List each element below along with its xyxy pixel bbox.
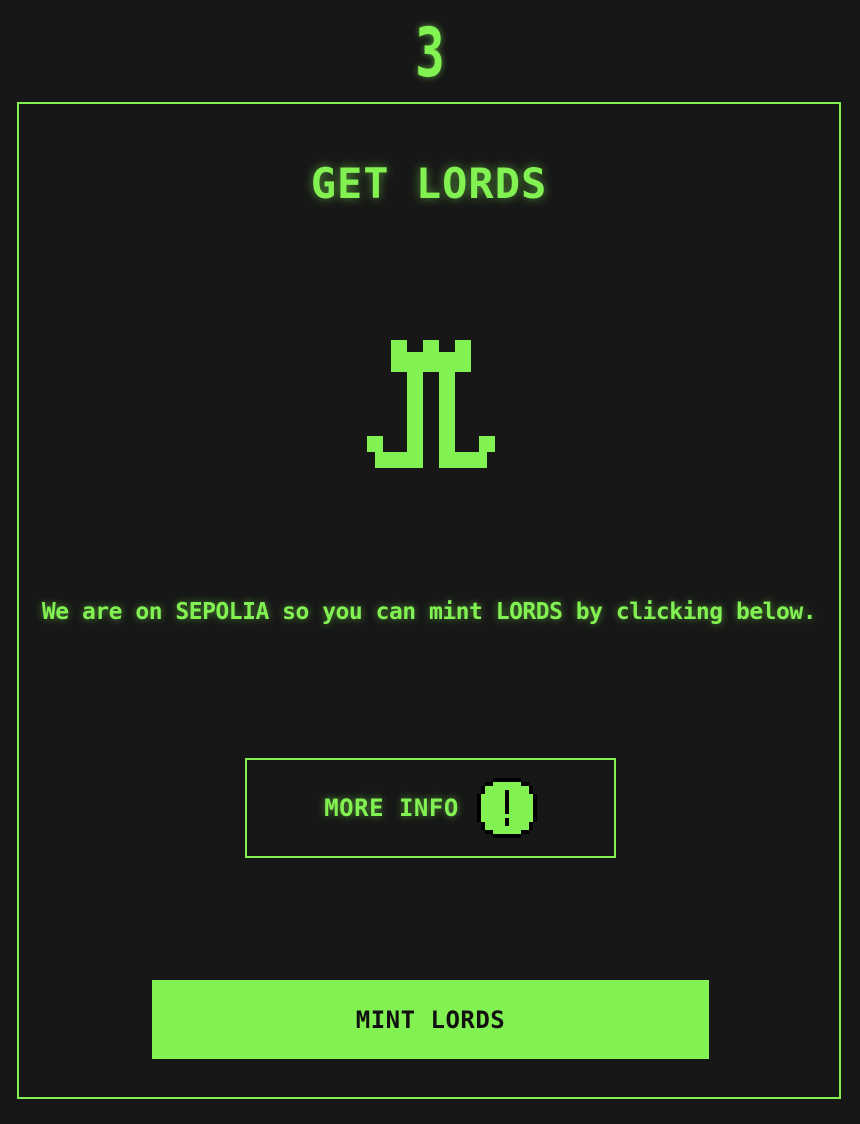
more-info-button[interactable]: MORE INFO bbox=[245, 758, 616, 858]
more-info-label: MORE INFO bbox=[324, 794, 459, 822]
step-number: 3 bbox=[415, 14, 445, 93]
panel-title: GET LORDS bbox=[310, 159, 548, 208]
mint-lords-button[interactable]: MINT LORDS bbox=[152, 980, 709, 1059]
mint-lords-label: MINT LORDS bbox=[355, 1005, 506, 1034]
mint-info-message: We are on SEPOLIA so you can mint LORDS … bbox=[41, 599, 817, 625]
get-lords-panel: GET LORDS We are on SEPOLIA so you can m… bbox=[17, 102, 841, 1099]
lords-tower-icon bbox=[367, 340, 495, 468]
exclamation-icon bbox=[476, 778, 537, 838]
